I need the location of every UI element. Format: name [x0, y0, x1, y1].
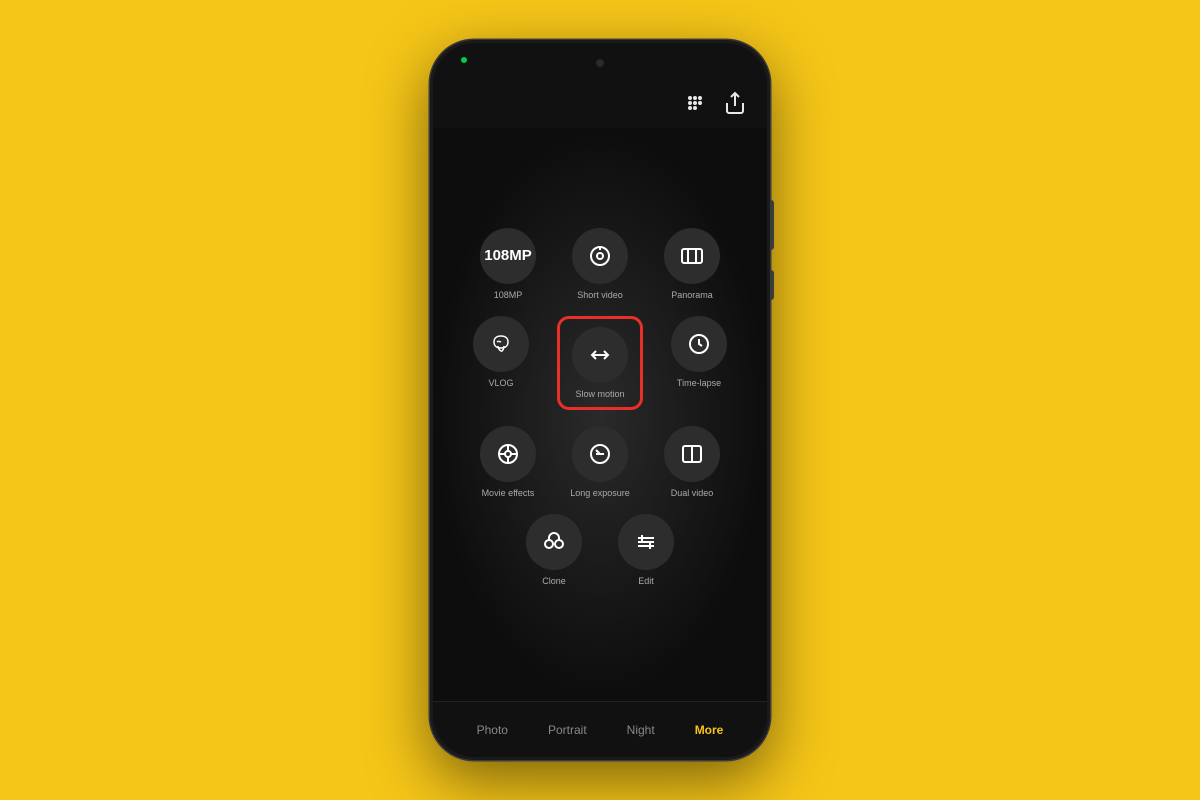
camera-sensor: [596, 59, 604, 67]
mode-long-exposure[interactable]: Long exposure: [564, 426, 636, 498]
mode-slow-motion[interactable]: Slow motion: [557, 316, 643, 410]
mode-vlog-label: VLOG: [488, 378, 513, 388]
mode-time-lapse-icon: [671, 316, 727, 372]
mode-dual-video-label: Dual video: [671, 488, 714, 498]
share-icon[interactable]: [723, 91, 747, 120]
mode-panorama[interactable]: Panorama: [656, 228, 728, 300]
status-bar: [433, 43, 767, 83]
grid-row-2: VLOG Slow motion: [465, 316, 735, 410]
nav-photo[interactable]: Photo: [471, 719, 514, 741]
green-indicator: [461, 57, 467, 63]
mode-panorama-label: Panorama: [671, 290, 713, 300]
grid-row-1: 108MP 108MP Short video: [472, 228, 728, 300]
volume-button[interactable]: [770, 200, 774, 250]
mode-edit-label: Edit: [638, 576, 654, 586]
mode-time-lapse-label: Time-lapse: [677, 378, 721, 388]
phone-screen: 108MP 108MP Short video: [433, 43, 767, 757]
nav-night[interactable]: Night: [621, 719, 661, 741]
108mp-text: 108MP: [484, 247, 532, 264]
grid-row-4: Clone Edit: [518, 514, 682, 586]
power-button[interactable]: [770, 270, 774, 300]
top-controls: [433, 83, 767, 128]
mode-dual-video-icon: [664, 426, 720, 482]
phone-frame: 108MP 108MP Short video: [430, 40, 770, 760]
mode-edit-icon: [618, 514, 674, 570]
mode-panorama-icon: [664, 228, 720, 284]
bottom-nav: Photo Portrait Night More: [433, 701, 767, 757]
mode-clone[interactable]: Clone: [518, 514, 590, 586]
mode-clone-label: Clone: [542, 576, 566, 586]
camera-modes-grid: 108MP 108MP Short video: [433, 128, 767, 701]
grid-row-3: Movie effects Long exposure: [472, 426, 728, 498]
mode-vlog[interactable]: VLOG: [465, 316, 537, 410]
mode-clone-icon: [526, 514, 582, 570]
nav-more[interactable]: More: [689, 719, 730, 741]
mode-time-lapse[interactable]: Time-lapse: [663, 316, 735, 410]
mode-short-video[interactable]: Short video: [564, 228, 636, 300]
mode-movie-effects[interactable]: Movie effects: [472, 426, 544, 498]
mode-108mp-label: 108MP: [494, 290, 523, 300]
mode-short-video-icon: [572, 228, 628, 284]
mode-long-exposure-icon: [572, 426, 628, 482]
mode-slow-motion-label: Slow motion: [575, 389, 624, 399]
mode-108mp[interactable]: 108MP 108MP: [472, 228, 544, 300]
nav-portrait[interactable]: Portrait: [542, 719, 593, 741]
mode-movie-effects-icon: [480, 426, 536, 482]
mode-edit[interactable]: Edit: [610, 514, 682, 586]
mode-vlog-icon: [473, 316, 529, 372]
mode-short-video-label: Short video: [577, 290, 623, 300]
mode-dual-video[interactable]: Dual video: [656, 426, 728, 498]
apps-grid-icon[interactable]: [683, 91, 707, 120]
mode-movie-effects-label: Movie effects: [482, 488, 535, 498]
mode-long-exposure-label: Long exposure: [570, 488, 630, 498]
mode-108mp-icon: 108MP: [480, 228, 536, 284]
mode-slow-motion-icon: [572, 327, 628, 383]
